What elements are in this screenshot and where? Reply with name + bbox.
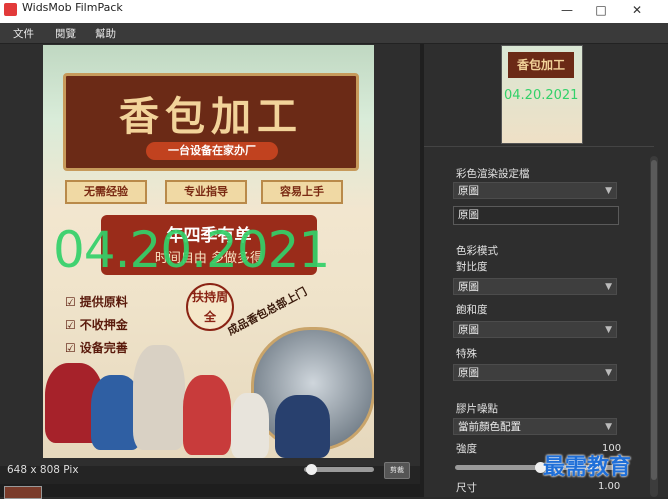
maximize-button[interactable]: □ [584,0,618,23]
close-button[interactable]: ✕ [620,0,654,23]
chevron-down-icon: ▼ [605,325,612,335]
crop-button[interactable]: 剪裁 [384,462,410,479]
app-icon [4,3,17,16]
minimize-button[interactable]: — [550,0,584,23]
poster-tag: 无需经验 [65,180,147,204]
window-title: WidsMob FilmPack [22,1,123,14]
preset-label: 彩色渲染設定檔 [456,168,530,180]
chevron-down-icon: ▼ [605,282,612,292]
saturation-label: 飽和度 [456,304,488,316]
preview-date: 04.20.2021 [504,88,579,103]
zoom-slider-knob[interactable] [306,464,317,475]
saturation-dropdown[interactable]: 原圖 ▼ [453,321,617,338]
poster-tag: 专业指导 [165,180,247,204]
menu-item-view[interactable]: 閱覽 [55,26,76,41]
image-size-label: 648 x 808 Pix [7,464,79,476]
menu-bar: 文件 閱覽 幫助 [0,23,668,44]
sachet-bag-illustration [275,395,330,458]
panel-separator [424,146,654,147]
sachet-bag-illustration [183,375,231,455]
panel-scrollbar[interactable] [650,156,658,497]
size-value: 1.00 [598,481,621,492]
checkmark-icon: ☑ [65,295,76,309]
film-grain-label: 膠片噪點 [456,403,498,415]
chevron-down-icon: ▼ [605,368,612,378]
special-label: 特殊 [456,348,477,360]
date-stamp-overlay: 04.20.2021 [53,221,330,279]
check-item: ☑ 设备完善 [65,341,128,355]
check-item: ☑ 提供原料 [65,295,128,309]
film-grain-dropdown[interactable]: 當前顏色配置 ▼ [453,418,617,435]
sachet-bag-illustration [133,345,185,450]
poster-tag: 容易上手 [261,180,343,204]
preview-title: 香包加工 [508,52,574,78]
image-canvas[interactable]: 香包加工 一台设备在家办厂 无需经验 专业指导 容易上手 年四季有单 时间自由 … [43,45,374,458]
size-label: 尺寸 [456,482,477,494]
poster-subtitle: 一台设备在家办厂 [146,142,278,160]
special-dropdown[interactable]: 原圖 ▼ [453,364,617,381]
contrast-dropdown[interactable]: 原圖 ▼ [453,278,617,295]
preset-name-input[interactable]: 原圖 [453,206,619,225]
thumbnail-item[interactable] [4,486,42,499]
menu-item-file[interactable]: 文件 [13,26,34,41]
strength-label: 強度 [456,443,477,455]
zoom-slider[interactable] [304,464,374,475]
title-bar: WidsMob FilmPack — □ ✕ [0,0,668,23]
color-mode-label: 色彩模式 [456,245,498,257]
poster-title: 香包加工 [119,93,303,140]
poster-title-banner: 香包加工 一台设备在家办厂 [63,73,359,171]
chevron-down-icon: ▼ [605,186,612,196]
chevron-down-icon: ▼ [605,422,612,432]
preview-thumbnail: 香包加工 04.20.2021 [501,45,583,144]
checkmark-icon: ☑ [65,318,76,332]
checkmark-icon: ☑ [65,341,76,355]
watermark: 最需教育 [543,454,632,480]
menu-item-help[interactable]: 幫助 [95,26,116,41]
contrast-label: 對比度 [456,261,488,273]
check-item: ☑ 不收押金 [65,318,128,332]
thumbnail-strip [0,484,420,499]
panel-scrollbar-thumb[interactable] [651,160,657,480]
sachet-bag-illustration [231,393,269,458]
preset-dropdown[interactable]: 原圖 ▼ [453,182,617,199]
